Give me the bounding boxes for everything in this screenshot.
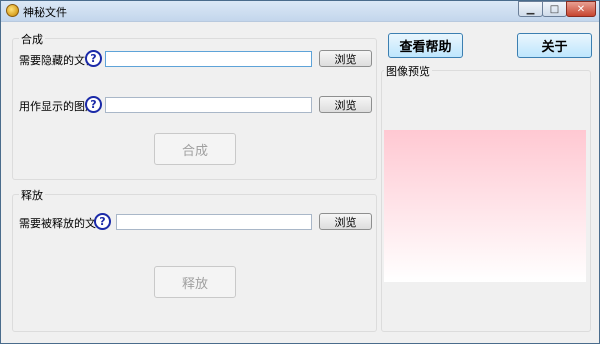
app-icon <box>6 4 19 17</box>
about-button[interactable]: 关于 <box>517 33 592 58</box>
close-button[interactable]: ✕ <box>566 1 596 17</box>
hidden-file-browse-button[interactable]: 浏览 <box>319 50 372 67</box>
display-image-help-icon[interactable]: ? <box>85 96 102 113</box>
release-file-input[interactable] <box>116 214 312 230</box>
hidden-file-help-icon[interactable]: ? <box>85 50 102 67</box>
synthesize-group-title: 合成 <box>19 31 45 47</box>
minimize-button[interactable]: ▁ <box>518 1 543 17</box>
display-image-browse-button[interactable]: 浏览 <box>319 96 372 113</box>
release-group-title: 释放 <box>19 187 45 203</box>
image-preview <box>384 130 586 282</box>
release-button[interactable]: 释放 <box>154 266 236 298</box>
app-window: 神秘文件 ▁ □ ✕ 合成 需要隐藏的文件 ? 浏览 用作显示的图片 ? 浏览 … <box>0 0 600 344</box>
release-file-help-icon[interactable]: ? <box>94 213 111 230</box>
help-button[interactable]: 查看帮助 <box>388 33 463 58</box>
window-title: 神秘文件 <box>23 6 67 19</box>
hidden-file-input[interactable] <box>105 51 312 67</box>
maximize-button[interactable]: □ <box>542 1 567 17</box>
preview-group-title: 图像预览 <box>384 63 432 79</box>
release-file-browse-button[interactable]: 浏览 <box>319 213 372 230</box>
synthesize-button[interactable]: 合成 <box>154 133 236 165</box>
title-bar[interactable]: 神秘文件 ▁ □ ✕ <box>1 1 599 22</box>
display-image-input[interactable] <box>105 97 312 113</box>
